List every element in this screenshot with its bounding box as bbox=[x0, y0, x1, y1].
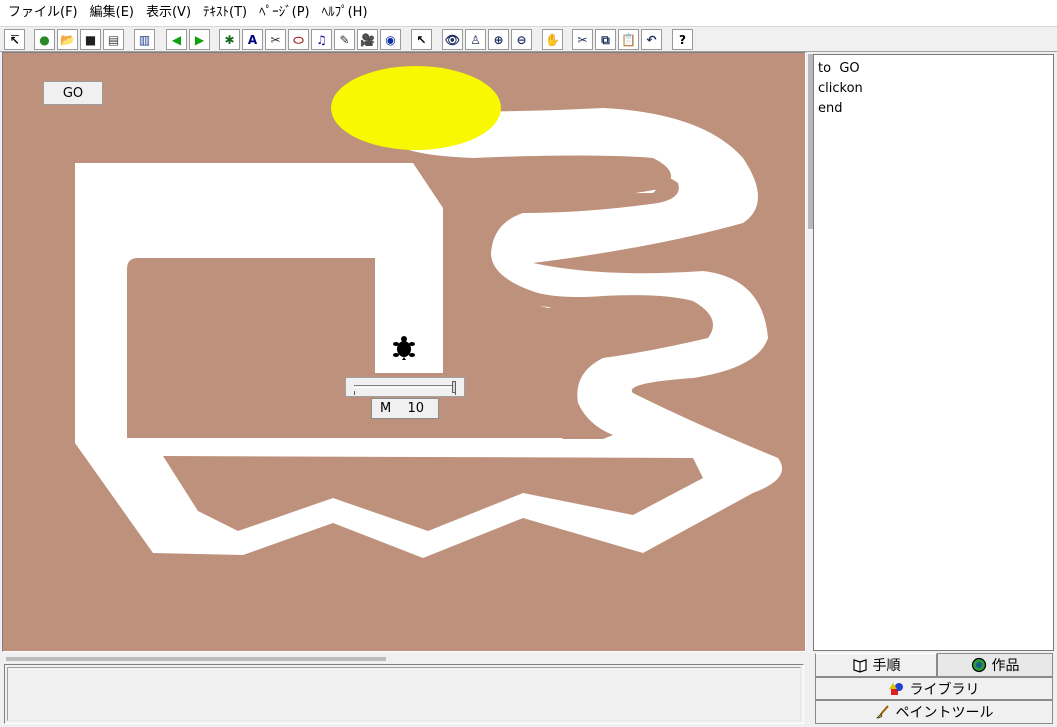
tool-icon: ✎ bbox=[339, 32, 350, 47]
record-icon: ◉ bbox=[385, 32, 396, 47]
slider-value: 10 bbox=[407, 401, 424, 416]
drawing-canvas[interactable]: GO M 10 bbox=[2, 52, 806, 652]
print-button[interactable]: ▤ bbox=[103, 29, 124, 50]
copy-button[interactable]: ⧉ bbox=[595, 29, 616, 50]
canvas-horizontal-scrollbar[interactable] bbox=[2, 652, 806, 662]
globe-icon bbox=[971, 657, 986, 673]
stamp-button[interactable]: ♙ bbox=[465, 29, 486, 50]
open-folder-button[interactable]: 📂 bbox=[57, 29, 78, 50]
stamp-icon: ♙ bbox=[470, 32, 481, 47]
slider-tick bbox=[354, 391, 355, 395]
video-button[interactable]: 🎥 bbox=[357, 29, 378, 50]
procedure-line: clickon bbox=[818, 81, 863, 96]
menu-edit[interactable]: 編集(E) bbox=[86, 0, 142, 26]
menu-file[interactable]: ファイル(F) bbox=[4, 0, 86, 26]
prev-page-button[interactable]: ◀ bbox=[166, 29, 187, 50]
help-button[interactable]: ? bbox=[672, 29, 693, 50]
new-project-icon: ● bbox=[39, 32, 50, 47]
new-project-button[interactable]: ● bbox=[34, 29, 55, 50]
tab-library-label: ライブラリ bbox=[909, 681, 980, 698]
undo-button[interactable]: ↶ bbox=[641, 29, 662, 50]
video-icon: 🎥 bbox=[360, 32, 375, 47]
copy-icon: ⧉ bbox=[601, 32, 610, 47]
tab-library[interactable]: ライブラリ bbox=[815, 677, 1053, 700]
turtle-icon[interactable] bbox=[391, 335, 417, 361]
new-turtle-button[interactable]: ✱ bbox=[219, 29, 240, 50]
new-turtle-icon: ✱ bbox=[224, 32, 235, 47]
cut-icon: ✂ bbox=[577, 32, 588, 47]
shapes-icon bbox=[888, 682, 903, 695]
save-disk-icon: ■ bbox=[84, 32, 97, 47]
tool-button[interactable]: ✎ bbox=[334, 29, 355, 50]
next-page-button[interactable]: ▶ bbox=[189, 29, 210, 50]
zoom-out-icon: ⊖ bbox=[516, 32, 527, 47]
select-arrow-icon: ↸ bbox=[9, 32, 20, 47]
slider-track bbox=[354, 385, 456, 388]
procedure-line: end bbox=[818, 101, 843, 116]
menu-help[interactable]: ﾍﾙﾌﾟ(H) bbox=[318, 0, 376, 26]
slider-readout: M 10 bbox=[371, 398, 439, 419]
tab-works[interactable]: 作品 bbox=[937, 653, 1053, 677]
help-icon: ? bbox=[679, 32, 686, 47]
cut-button[interactable]: ✂ bbox=[572, 29, 593, 50]
yellow-sun bbox=[331, 66, 501, 150]
eye-button[interactable]: 👁 bbox=[442, 29, 463, 50]
record-button[interactable]: ◉ bbox=[380, 29, 401, 50]
menu-view[interactable]: 表示(V) bbox=[142, 0, 199, 26]
print-icon: ▤ bbox=[107, 32, 120, 47]
slider-thumb[interactable] bbox=[452, 381, 456, 393]
command-center[interactable] bbox=[4, 664, 804, 724]
prev-page-icon: ◀ bbox=[171, 32, 182, 47]
slider-m[interactable] bbox=[345, 377, 465, 397]
select-arrow-button[interactable]: ↸ bbox=[4, 29, 25, 50]
save-disk-button[interactable]: ■ bbox=[80, 29, 101, 50]
go-button[interactable]: GO bbox=[43, 81, 103, 105]
zoom-out-button[interactable]: ⊖ bbox=[511, 29, 532, 50]
tab-works-label: 作品 bbox=[991, 658, 1020, 674]
menu-page[interactable]: ﾍﾟｰｼﾞ(P) bbox=[255, 0, 317, 26]
book-icon bbox=[852, 659, 867, 673]
undo-icon: ↶ bbox=[646, 32, 657, 47]
text-box-button[interactable]: A bbox=[242, 29, 263, 50]
open-folder-icon: 📂 bbox=[60, 32, 75, 47]
tab-paint-label: ペイントツール bbox=[895, 705, 994, 721]
pointer-icon: ↖ bbox=[416, 32, 427, 47]
slider-name: M bbox=[380, 401, 392, 416]
zoom-in-icon: ⊕ bbox=[493, 32, 504, 47]
zoom-in-button[interactable]: ⊕ bbox=[488, 29, 509, 50]
slider-icon: ⬭ bbox=[293, 32, 304, 47]
tab-paint-tools[interactable]: ペイントツール bbox=[815, 700, 1053, 724]
menu-text[interactable]: ﾃｷｽﾄ(T) bbox=[199, 0, 255, 26]
next-page-icon: ▶ bbox=[194, 32, 205, 47]
tab-procedures[interactable]: 手順 bbox=[815, 653, 937, 677]
slider-button[interactable]: ⬭ bbox=[288, 29, 309, 50]
pages-icon: ▥ bbox=[138, 32, 151, 47]
procedure-line: to GO bbox=[818, 61, 860, 76]
new-button-button[interactable]: ✂ bbox=[265, 29, 286, 50]
command-input[interactable] bbox=[7, 667, 801, 721]
horizontal-scroll-thumb[interactable] bbox=[6, 657, 386, 661]
menu-bar: ファイル(F) 編集(E) 表示(V) ﾃｷｽﾄ(T) ﾍﾟｰｼﾞ(P) ﾍﾙﾌ… bbox=[0, 0, 1057, 26]
paintbrush-icon bbox=[875, 705, 889, 719]
procedures-editor[interactable]: to GO clickon end bbox=[813, 54, 1054, 651]
stop-hand-button[interactable]: ✋ bbox=[542, 29, 563, 50]
paste-icon: 📋 bbox=[621, 32, 636, 47]
eye-icon: 👁 bbox=[444, 32, 461, 47]
stop-hand-icon: ✋ bbox=[545, 32, 560, 47]
tab-procedures-label: 手順 bbox=[872, 658, 901, 674]
music-icon: ♫ bbox=[316, 32, 327, 47]
music-button[interactable]: ♫ bbox=[311, 29, 332, 50]
text-box-icon: A bbox=[247, 32, 258, 47]
paste-button[interactable]: 📋 bbox=[618, 29, 639, 50]
pointer-button[interactable]: ↖ bbox=[411, 29, 432, 50]
new-button-icon: ✂ bbox=[270, 32, 281, 47]
toolbar: ↸ ● 📂 ■ ▤ ▥ ◀ ▶ ✱ A ✂ ⬭ ♫ ✎ 🎥 ◉ ↖ 👁 ♙ ⊕ ⊖ ✋ ✂ ⧉ 📋 ↶? bbox=[0, 26, 1057, 52]
pages-button[interactable]: ▥ bbox=[134, 29, 155, 50]
